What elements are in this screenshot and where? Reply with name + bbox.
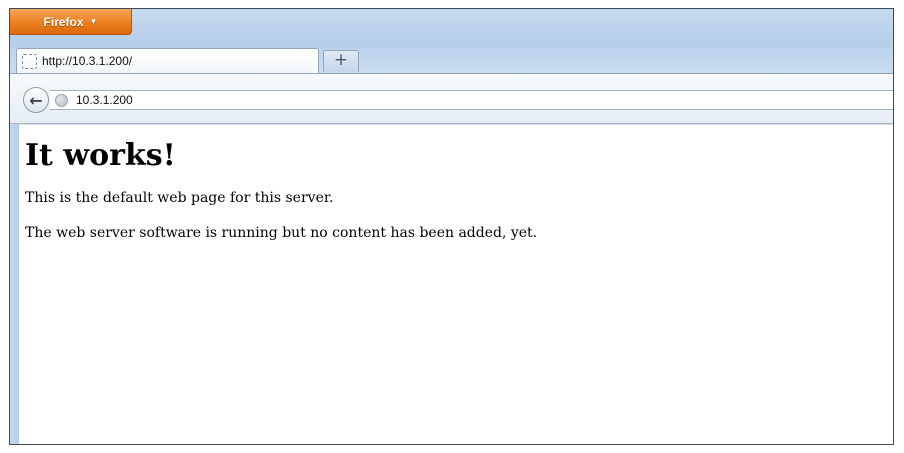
title-bar: Firefox ▼ [10,9,893,47]
tab-title: http://10.3.1.200/ [42,54,133,68]
navigation-toolbar: ← 10.3.1.200 [10,73,893,124]
address-text: 10.3.1.200 [76,93,133,107]
globe-icon [55,93,68,107]
paragraph-default-page: This is the default web page for this se… [25,190,334,206]
firefox-menu-label: Firefox [43,14,84,29]
window-left-edge [10,124,19,444]
browser-window: Firefox ▼ http://10.3.1.200/ + ← 10.3.1.… [9,8,894,445]
firefox-menu-button[interactable]: Firefox ▼ [10,9,132,35]
page-icon [22,53,37,69]
tab-active[interactable]: http://10.3.1.200/ [16,48,319,73]
new-tab-button[interactable]: + [323,50,359,72]
back-button[interactable]: ← [23,87,49,113]
chevron-down-icon: ▼ [89,16,98,26]
page-heading: It works! [25,138,176,173]
back-arrow-icon: ← [29,90,43,110]
paragraph-server-status: The web server software is running but n… [25,225,538,241]
address-bar[interactable]: 10.3.1.200 [50,90,893,110]
page-content: It works! This is the default web page f… [19,124,893,444]
